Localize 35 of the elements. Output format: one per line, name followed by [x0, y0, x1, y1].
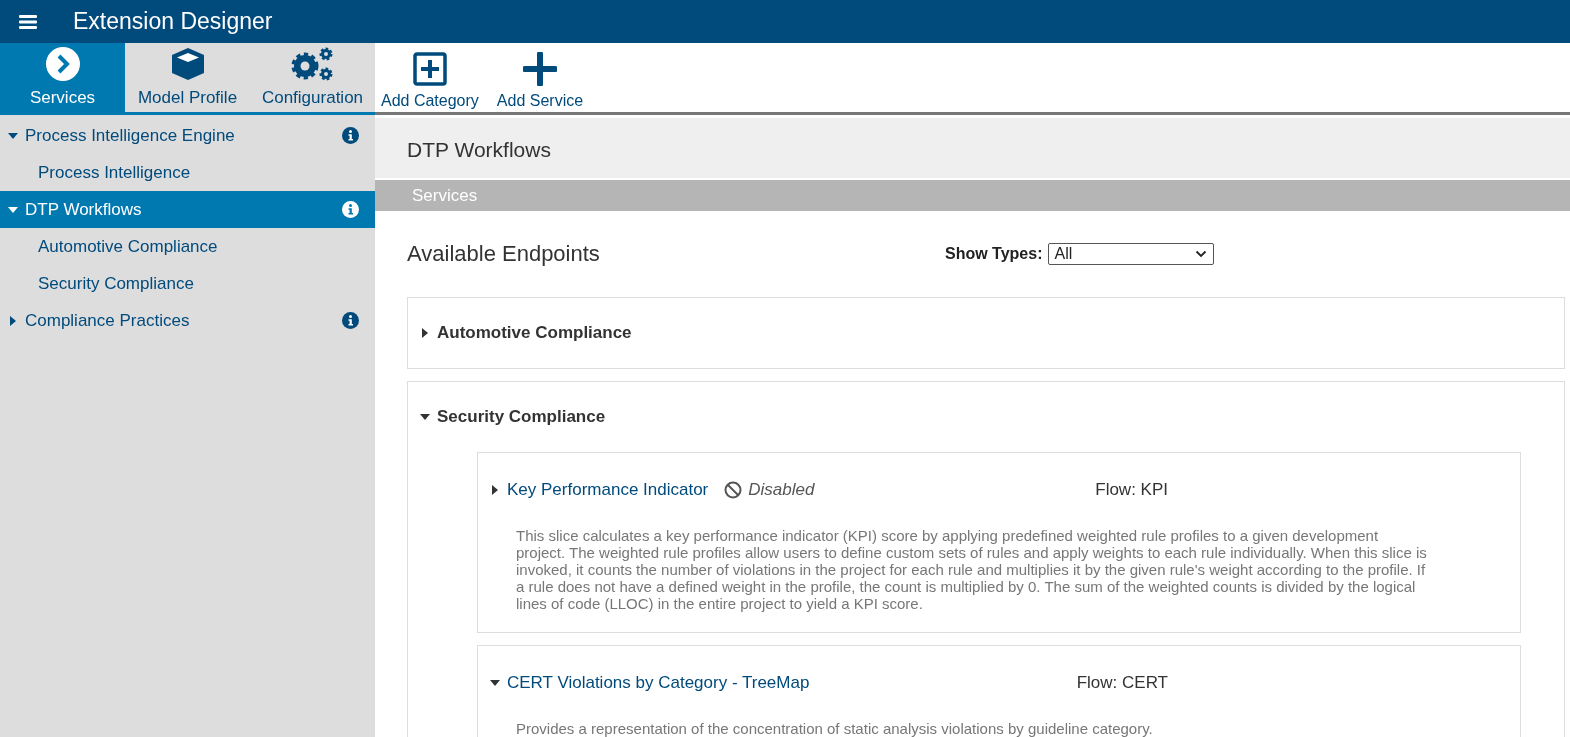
toolbar-button[interactable]: Add Service	[492, 43, 588, 112]
section-bar: Services	[375, 180, 1570, 211]
sidebar-item[interactable]: Process Intelligence Engine	[0, 117, 375, 154]
flow-label: Flow: KPI	[1095, 480, 1168, 500]
toolbar-button[interactable]: Add Category	[377, 43, 483, 112]
chevron-down-icon	[1194, 250, 1207, 258]
plus-icon	[522, 52, 557, 86]
prohibited-icon	[724, 481, 743, 499]
sidebar-item[interactable]: Compliance Practices	[0, 302, 375, 339]
page-title: DTP Workflows	[375, 118, 1570, 178]
info-icon[interactable]	[342, 312, 359, 329]
chevron-circle-icon	[44, 46, 81, 82]
category-header[interactable]: Security Compliance	[408, 382, 1564, 452]
sidebar-item[interactable]: DTP Workflows	[0, 191, 375, 228]
service-description: This slice calculates a key performance indicator (KPI) score by applying predefined weighted rule profiles to a given development project. The weighted rule profiles allow users to define custom sets of rules and apply weights to each rule individually. When this slice is invoked, it counts the number of violations in the project for each rule and multiplies it by the given rule's weight according to the profile. If a rule does not have a defined weight in the profile, the count is multiplied by 0. The sum of the weighted counts is divided by the logical lines of code (LLOC) in the entire project to yield a KPI score.	[516, 527, 1428, 614]
sidebar-subitem[interactable]: Security Compliance	[0, 265, 375, 302]
app-title: Extension Designer	[73, 8, 273, 35]
filter-label: Show Types:	[945, 245, 1043, 263]
info-icon[interactable]	[342, 127, 359, 144]
info-icon[interactable]	[342, 201, 359, 218]
section-heading: Available Endpoints	[407, 241, 601, 267]
type-dropdown[interactable]: All	[1047, 243, 1214, 265]
sidebar-subitem[interactable]: Process Intelligence	[0, 154, 375, 191]
flow-label: Flow: CERT	[1076, 673, 1168, 693]
cube-icon	[169, 46, 206, 82]
nav-tab[interactable]: Services	[0, 43, 125, 112]
service-description: Provides a representation of the concentration of static analysis violations by guideline category.	[516, 720, 1154, 737]
sidebar-subitem[interactable]: Automotive Compliance	[0, 228, 375, 265]
category-header[interactable]: Automotive Compliance	[408, 298, 1564, 368]
disabled-status: Disabled	[724, 480, 815, 500]
service-link[interactable]: CERT Violations by Category - TreeMap	[490, 673, 810, 693]
nav-tab[interactable]: Model Profile	[125, 43, 250, 112]
menu-icon[interactable]	[19, 13, 37, 30]
plus-square-icon	[412, 52, 447, 86]
nav-tab[interactable]: Configuration	[250, 43, 375, 112]
